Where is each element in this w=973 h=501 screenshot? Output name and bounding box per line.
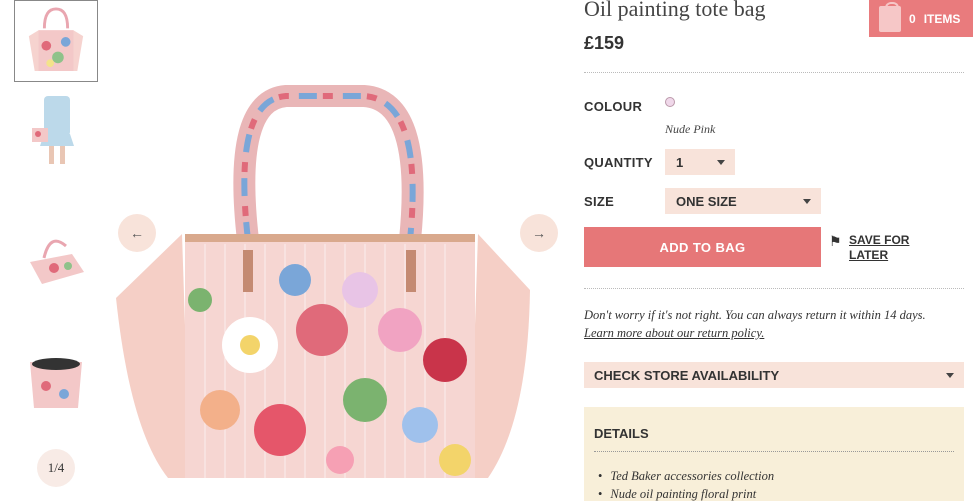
- check-store-label: CHECK STORE AVAILABILITY: [594, 367, 780, 383]
- divider: [584, 288, 964, 289]
- list-item: Ted Baker accessories collection: [598, 467, 774, 485]
- thumbnail-bag-open-image: [30, 358, 82, 408]
- thumbnail-model-image: [32, 96, 74, 164]
- check-store-availability-button[interactable]: CHECK STORE AVAILABILITY: [584, 362, 964, 388]
- arrow-right-icon: →: [532, 225, 546, 241]
- thumbnail-3[interactable]: [14, 222, 98, 304]
- product-title: Oil painting tote bag: [584, 0, 766, 21]
- quantity-label: QUANTITY: [584, 155, 653, 170]
- thumbnail-column: 1/4: [0, 0, 110, 501]
- thumbnail-1[interactable]: [14, 0, 98, 82]
- hanger-icon: ⚑: [829, 233, 842, 249]
- divider: [584, 72, 964, 73]
- quantity-select[interactable]: 1: [665, 149, 735, 175]
- details-title: DETAILS: [594, 426, 649, 441]
- next-image-button[interactable]: →: [520, 214, 558, 252]
- save-for-later-label: SAVE FOR LATER: [849, 233, 910, 262]
- returns-text: Don't worry if it's not right. You can a…: [584, 308, 926, 322]
- arrow-left-icon: ←: [130, 225, 144, 241]
- details-section: DETAILS Ted Baker accessories collection…: [584, 407, 964, 501]
- list-item: Nude oil painting floral print: [598, 485, 774, 501]
- divider: [594, 451, 954, 452]
- previous-image-button[interactable]: ←: [118, 214, 156, 252]
- thumbnail-bag-side-image: [30, 239, 84, 284]
- chevron-down-icon: [946, 373, 954, 378]
- size-select[interactable]: ONE SIZE: [665, 188, 821, 214]
- size-label: SIZE: [584, 194, 615, 209]
- tote-bag-image: [116, 85, 530, 478]
- returns-info: Don't worry if it's not right. You can a…: [584, 306, 969, 342]
- add-to-bag-button[interactable]: ADD TO BAG: [584, 227, 821, 267]
- quantity-value: 1: [676, 154, 684, 170]
- colour-name: Nude Pink: [665, 122, 716, 136]
- product-details-panel: Oil painting tote bag £159 COLOUR Nude P…: [584, 0, 973, 501]
- thumbnail-4[interactable]: [14, 338, 98, 420]
- main-product-image: ← →: [110, 0, 570, 501]
- thumbnail-bag-front-image: [28, 7, 84, 71]
- product-price: £159: [584, 33, 625, 53]
- details-list: Ted Baker accessories collection Nude oi…: [598, 467, 774, 501]
- chevron-down-icon: [803, 199, 811, 204]
- colour-swatch[interactable]: [665, 97, 675, 107]
- colour-label: COLOUR: [584, 99, 643, 114]
- save-for-later-link[interactable]: ⚑ SAVE FOR LATER: [829, 233, 929, 263]
- returns-policy-link[interactable]: Learn more about our return policy.: [584, 326, 764, 340]
- chevron-down-icon: [717, 160, 725, 165]
- size-value: ONE SIZE: [676, 193, 737, 209]
- gallery-counter: 1/4: [37, 449, 75, 487]
- thumbnail-2[interactable]: [14, 90, 98, 172]
